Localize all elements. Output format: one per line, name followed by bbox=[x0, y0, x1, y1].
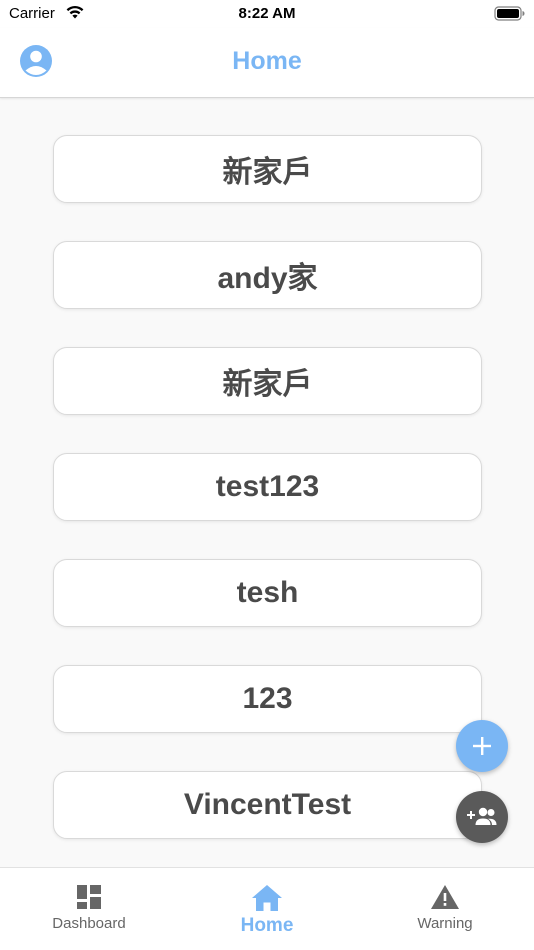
home-card[interactable]: andy家 bbox=[53, 241, 482, 309]
add-home-button[interactable] bbox=[456, 720, 508, 772]
home-card[interactable]: 123 bbox=[53, 665, 482, 733]
app-header: Home bbox=[0, 28, 534, 98]
home-list: 新家戶 andy家 新家戶 test123 tesh 123 VincentTe… bbox=[0, 99, 534, 867]
battery-icon bbox=[494, 6, 525, 21]
page-title: Home bbox=[232, 47, 302, 75]
warning-icon bbox=[431, 885, 459, 909]
home-card[interactable]: VincentTest bbox=[53, 771, 482, 839]
home-card[interactable]: 新家戶 bbox=[53, 347, 482, 415]
status-time: 8:22 AM bbox=[238, 5, 296, 22]
tab-warning[interactable]: Warning bbox=[356, 868, 534, 950]
home-icon bbox=[252, 885, 282, 911]
tab-label: Warning bbox=[417, 915, 473, 932]
tab-label: Dashboard bbox=[52, 915, 126, 932]
home-card[interactable]: tesh bbox=[53, 559, 482, 627]
add-group-button[interactable] bbox=[456, 791, 508, 843]
tab-label: Home bbox=[240, 915, 294, 936]
dashboard-icon bbox=[77, 885, 101, 909]
tab-dashboard[interactable]: Dashboard bbox=[0, 868, 178, 950]
home-card[interactable]: 新家戶 bbox=[53, 135, 482, 203]
plus-icon bbox=[473, 737, 491, 755]
add-group-icon bbox=[467, 807, 497, 825]
tab-home[interactable]: Home bbox=[178, 868, 356, 950]
status-bar: Carrier 8:22 AM bbox=[0, 0, 534, 28]
home-card[interactable]: test123 bbox=[53, 453, 482, 521]
bottom-tab-bar: Dashboard Home Warning bbox=[0, 867, 534, 950]
app-screen: Carrier 8:22 AM Home 新家戶 andy家 新家戶 test1… bbox=[0, 0, 534, 950]
